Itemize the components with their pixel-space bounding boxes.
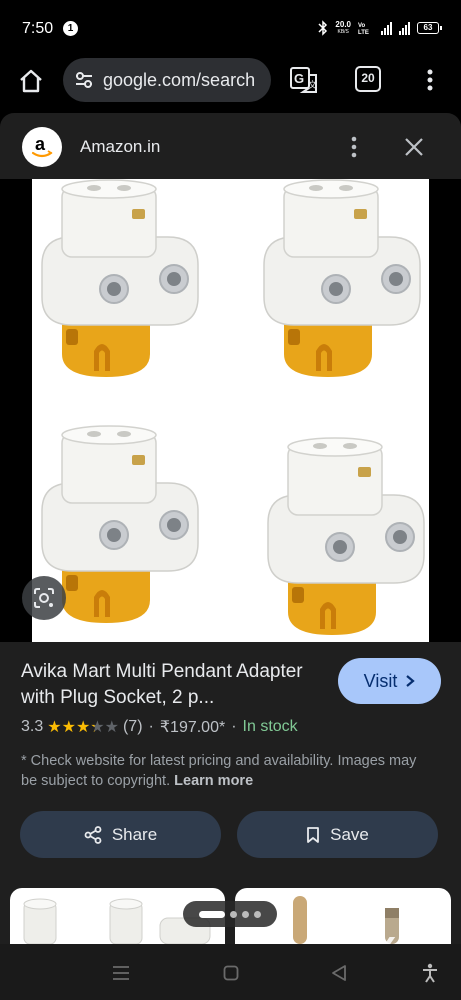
- price: ₹197.00*: [159, 719, 226, 736]
- visit-button[interactable]: Visit: [338, 658, 441, 704]
- site-settings-icon[interactable]: [73, 69, 95, 91]
- more-vert-icon: [427, 69, 433, 91]
- share-button[interactable]: Share: [20, 811, 221, 858]
- menu-icon: [113, 966, 129, 980]
- accessibility-icon: [423, 963, 437, 983]
- svg-text:G: G: [294, 71, 304, 86]
- panel-more-button[interactable]: [342, 133, 366, 161]
- rating-stars: ★★★★★: [47, 717, 119, 737]
- star-icon: ★: [75, 719, 91, 736]
- url-text: google.com/search: [103, 69, 256, 90]
- product-title[interactable]: Avika Mart Multi Pendant Adapter with Pl…: [21, 659, 321, 711]
- bluetooth-icon: [318, 20, 328, 36]
- rating-value: 3.3: [21, 718, 44, 735]
- amazon-logo: a: [22, 127, 62, 167]
- status-time: 7:50: [22, 20, 54, 37]
- url-bar[interactable]: google.com/search: [63, 58, 271, 102]
- product-image-area: [0, 179, 461, 642]
- system-nav-bar: [0, 944, 461, 1000]
- visit-button-label: Visit: [363, 670, 398, 691]
- learn-more-link[interactable]: Learn more: [174, 773, 253, 789]
- notification-badge: 1: [63, 21, 78, 36]
- svg-text:a: a: [35, 134, 46, 154]
- stock-status: In stock: [242, 718, 298, 735]
- chevron-right-icon: [406, 675, 416, 687]
- star-icon: ★: [61, 719, 76, 736]
- net-speed: 20.0 KB/S: [335, 20, 351, 36]
- tab-switcher-button[interactable]: 20: [355, 66, 381, 92]
- close-button[interactable]: [400, 133, 428, 161]
- carousel-indicator: [183, 901, 277, 927]
- recent-apps-button[interactable]: [110, 962, 132, 984]
- svg-text:文: 文: [308, 79, 317, 90]
- square-icon: [223, 965, 239, 981]
- browser-menu-button[interactable]: [418, 64, 442, 96]
- save-button-label: Save: [330, 824, 369, 844]
- back-triangle-icon: [332, 965, 346, 981]
- separator: ·: [148, 718, 154, 735]
- save-button[interactable]: Save: [237, 811, 438, 858]
- close-icon: [405, 138, 423, 156]
- back-nav-button[interactable]: [328, 962, 350, 984]
- lens-icon: [34, 588, 54, 608]
- translate-button[interactable]: G文: [288, 64, 320, 96]
- review-count: (7): [122, 718, 143, 735]
- home-icon: [20, 69, 42, 93]
- home-nav-button[interactable]: [220, 962, 242, 984]
- separator: ·: [231, 718, 237, 735]
- source-name[interactable]: Amazon.in: [80, 137, 160, 157]
- more-vert-icon: [351, 136, 357, 158]
- svg-text:LTE: LTE: [358, 30, 369, 35]
- svg-text:Vo: Vo: [358, 23, 366, 29]
- accessibility-button[interactable]: [419, 962, 441, 984]
- battery-icon: 63: [417, 22, 442, 34]
- product-meta: 3.3 ★★★★★ (7) · ₹197.00* · In stock: [21, 717, 298, 737]
- star-icon: ★: [104, 719, 119, 736]
- star-icon: ★: [90, 719, 105, 736]
- bookmark-icon: [307, 826, 320, 843]
- volte-icon: VoLTE: [358, 23, 369, 35]
- copyright-notice: * Check website for latest pricing and a…: [21, 753, 417, 789]
- status-bar: 7:50 1 20.0 KB/S Vo LTE 63: [0, 0, 461, 56]
- translate-icon: G文: [290, 67, 317, 93]
- share-button-label: Share: [111, 824, 158, 844]
- home-button[interactable]: [14, 64, 48, 98]
- google-lens-button[interactable]: [22, 576, 66, 620]
- status-icons: 20.0 KB/S Vo LTE 63: [318, 18, 442, 38]
- star-icon: ★: [47, 719, 62, 736]
- signal-icon-sim2: [399, 21, 410, 35]
- product-image[interactable]: [32, 179, 429, 642]
- share-icon: [84, 825, 102, 844]
- signal-icon-sim1: [381, 21, 392, 35]
- browser-toolbar: google.com/search G文 20: [0, 56, 461, 111]
